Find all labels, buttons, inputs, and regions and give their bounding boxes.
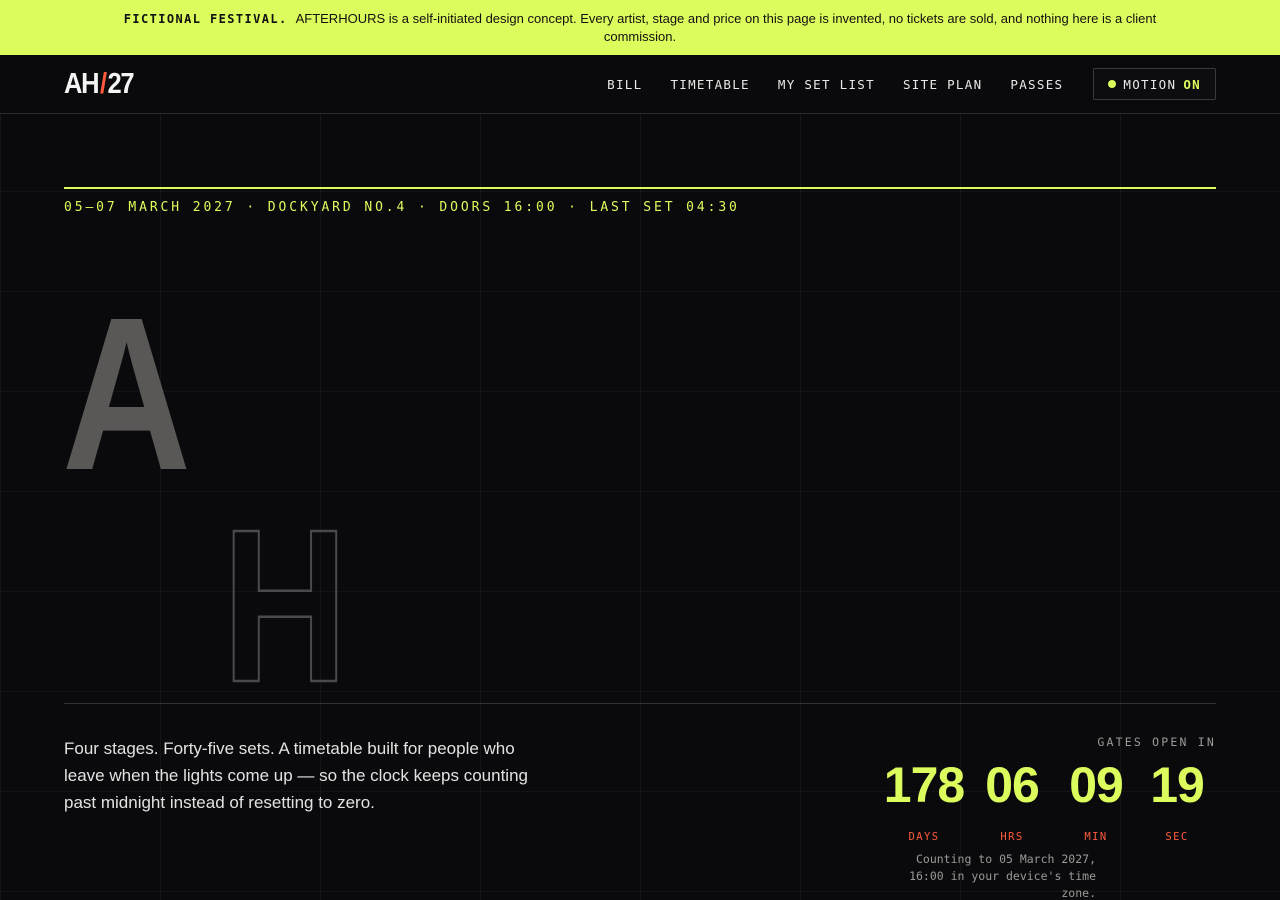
disclaimer-text: FICTIONAL FESTIVAL. AFTERHOURS is a self… — [100, 10, 1180, 46]
countdown-hours-value: 06 — [985, 757, 1040, 813]
hero-top-rule — [64, 187, 1216, 189]
gates-countdown: GATES OPEN IN 178 DAYS 06 HRS 09 MIN 19 … — [876, 735, 1216, 900]
hero-letter-a: A — [62, 273, 192, 516]
countdown-seconds: 19 SEC — [1138, 755, 1216, 843]
festival-intro-text: Four stages. Forty-five sets. A timetabl… — [64, 739, 528, 812]
disclaimer-body: AFTERHOURS is a self-initiated design co… — [295, 10, 1157, 44]
nav-menu: BILL TIMETABLE MY SET LIST SITE PLAN PAS… — [579, 68, 1216, 100]
nav-item-timetable[interactable]: TIMETABLE — [670, 77, 749, 92]
logo-right: 27 — [107, 67, 135, 100]
countdown-days: 178 DAYS — [878, 755, 970, 843]
disclaimer-tag: FICTIONAL FESTIVAL. — [123, 11, 288, 26]
hero-letter-h-outline: H — [221, 485, 349, 728]
countdown-minutes: 09 MIN — [1054, 755, 1138, 843]
event-meta-line: 05–07 MARCH 2027 · DOCKYARD NO.4 · DOORS… — [64, 200, 740, 215]
hero-divider — [64, 703, 1216, 704]
site-logo[interactable]: AH/27 — [64, 67, 135, 101]
motion-state: ON — [1183, 76, 1201, 92]
top-nav: AH/27 BILL TIMETABLE MY SET LIST SITE PL… — [0, 55, 1280, 114]
motion-toggle-button[interactable]: MOTION ON — [1093, 68, 1216, 100]
disclaimer-banner: FICTIONAL FESTIVAL. AFTERHOURS is a self… — [0, 0, 1280, 55]
countdown-minutes-label: MIN — [1084, 831, 1108, 843]
countdown-timezone-note: Counting to 05 March 2027, 16:00 in your… — [909, 852, 1096, 900]
countdown-hours: 06 HRS — [970, 755, 1054, 843]
countdown-hours-label: HRS — [1000, 831, 1024, 843]
countdown-label: GATES OPEN IN — [1097, 735, 1216, 749]
countdown-minutes-value: 09 — [1069, 757, 1124, 813]
countdown-seconds-value: 19 — [1150, 757, 1205, 813]
nav-item-passes[interactable]: PASSES — [1010, 77, 1063, 92]
countdown-days-value: 178 — [883, 757, 965, 813]
logo-slash: / — [99, 67, 107, 100]
motion-label: MOTION — [1123, 76, 1177, 92]
countdown-days-label: DAYS — [908, 831, 940, 843]
logo-left: AH — [64, 67, 100, 100]
nav-item-site-plan[interactable]: SITE PLAN — [903, 77, 982, 92]
countdown-digits: 178 DAYS 06 HRS 09 MIN 19 SEC — [876, 755, 1216, 843]
motion-status-dot-icon — [1108, 80, 1117, 88]
nav-item-bill[interactable]: BILL — [607, 77, 642, 92]
nav-item-my-set-list[interactable]: MY SET LIST — [778, 77, 875, 92]
countdown-seconds-label: SEC — [1165, 831, 1189, 843]
